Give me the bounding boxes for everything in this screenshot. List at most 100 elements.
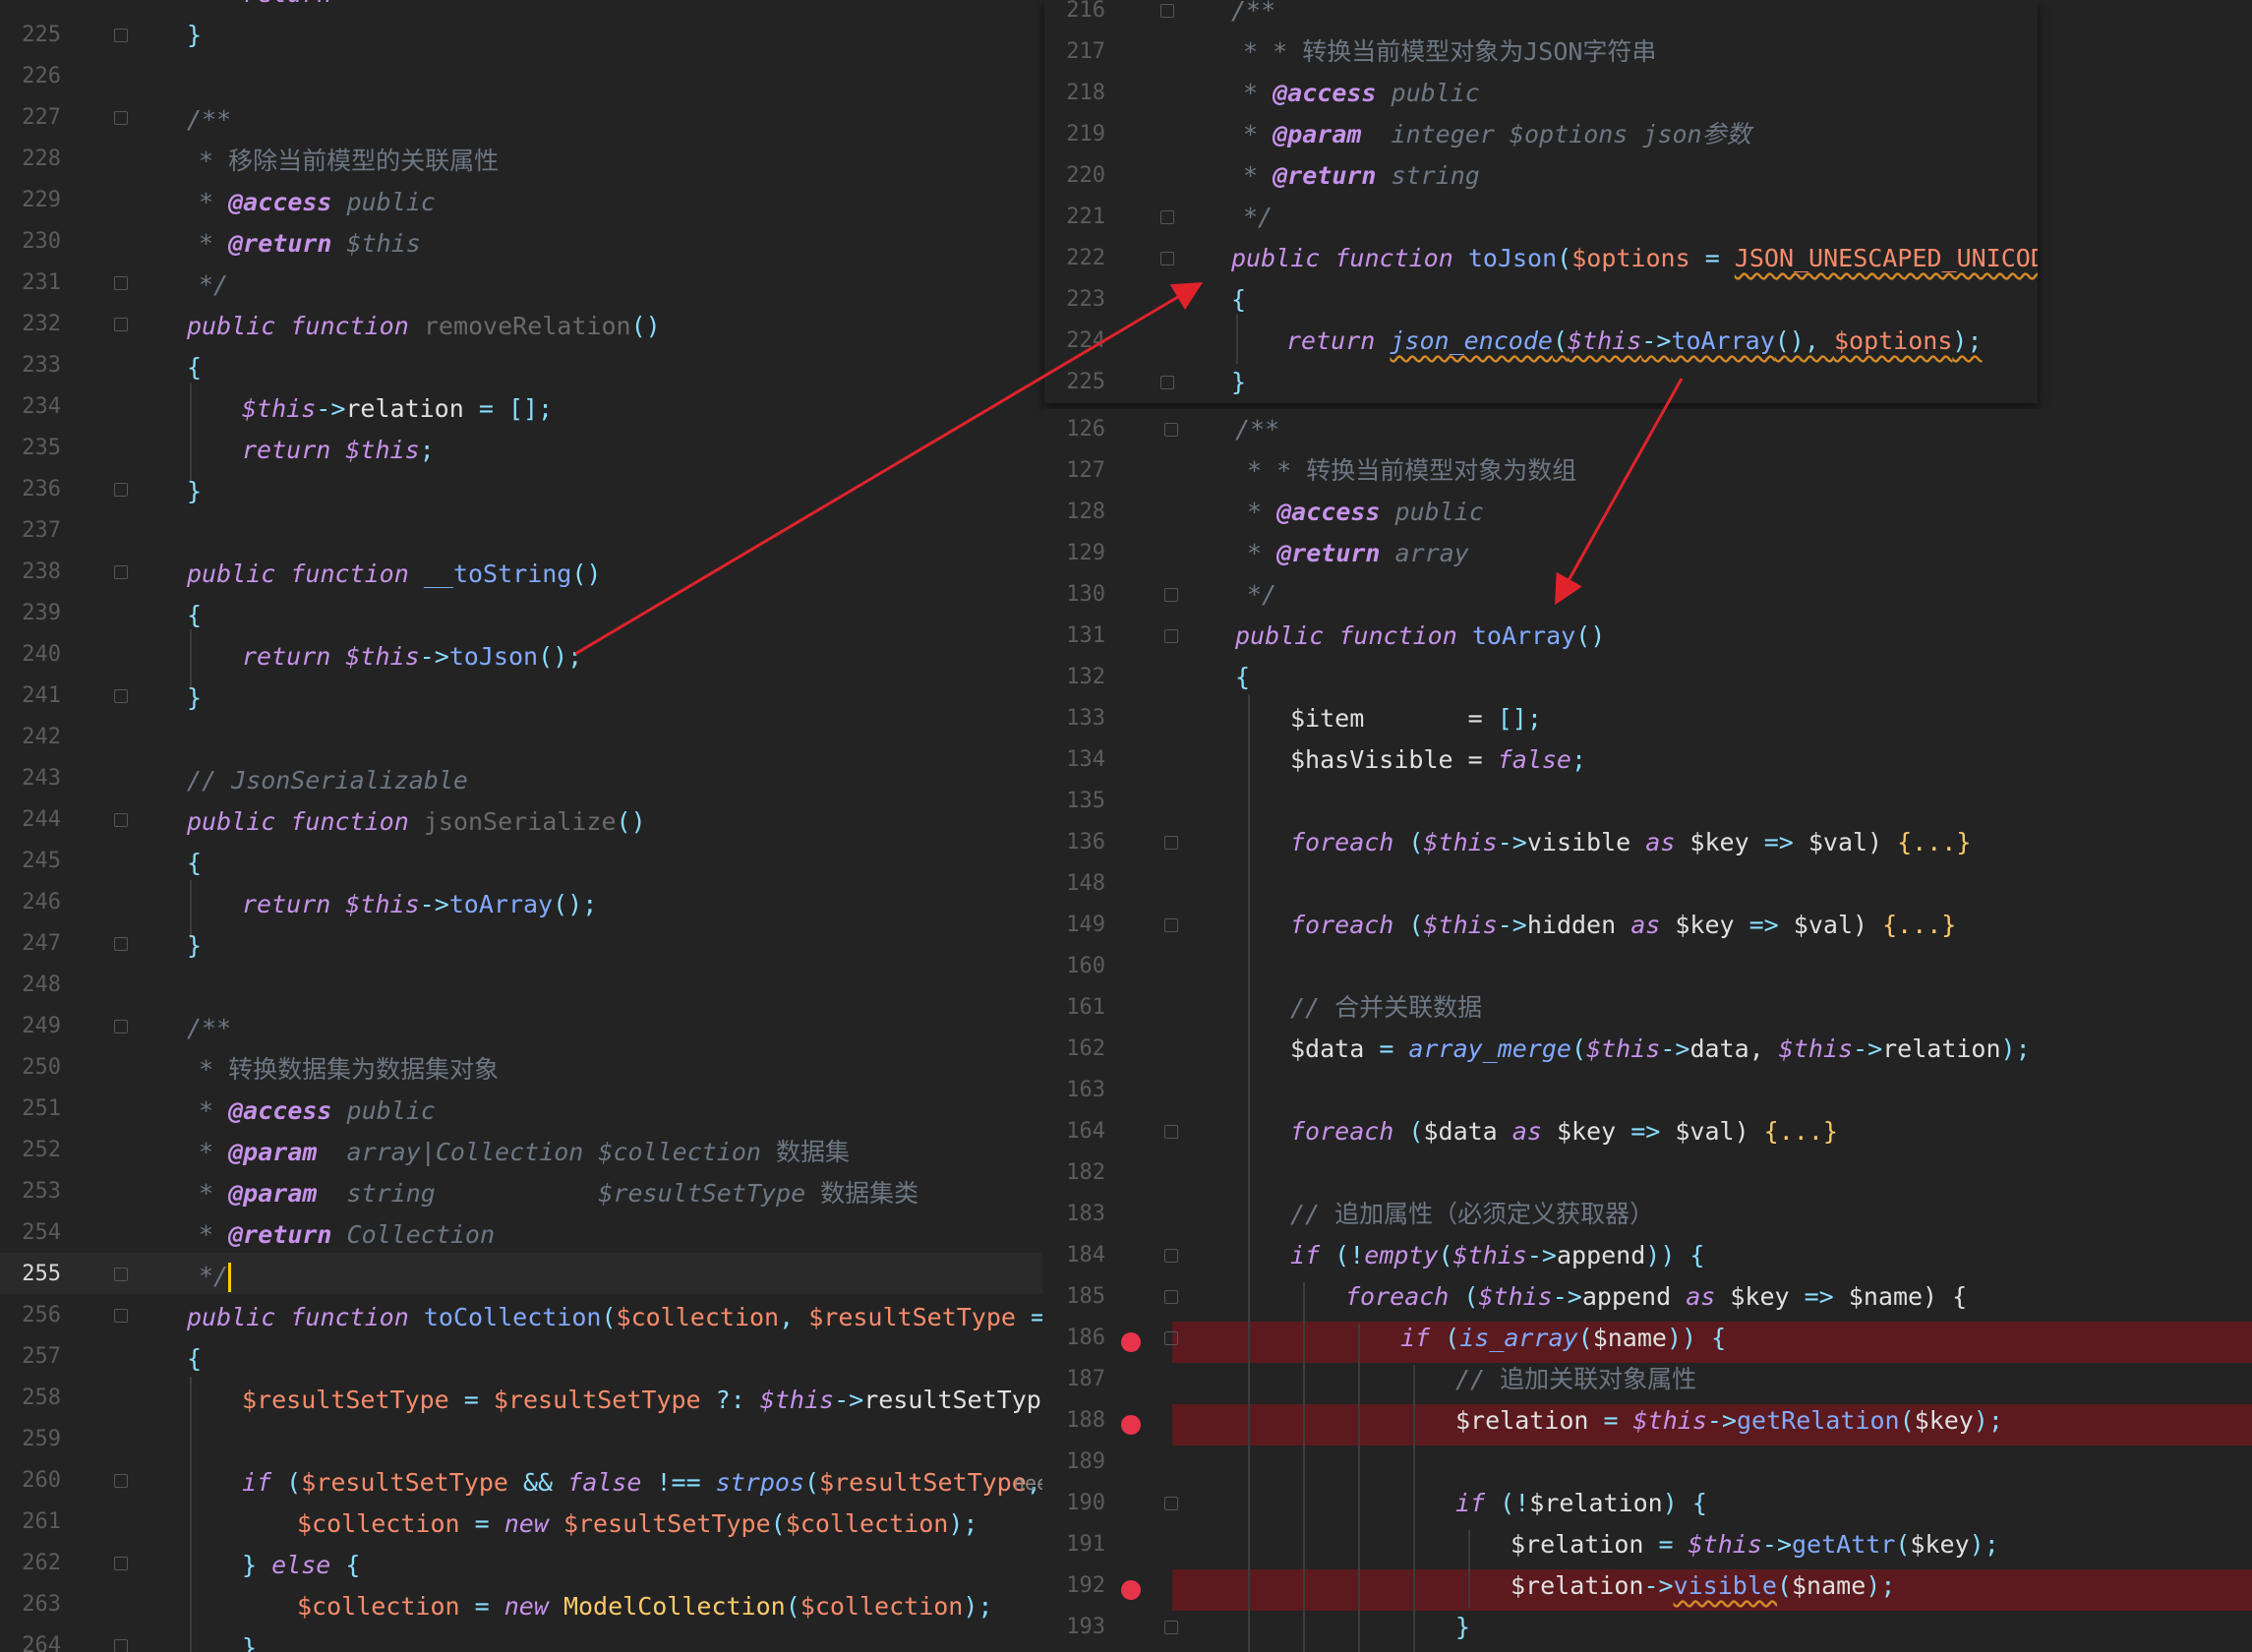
fold-marker-icon[interactable] xyxy=(114,276,128,290)
line-number: 226 xyxy=(22,64,61,88)
fold-marker-icon[interactable] xyxy=(1160,4,1174,18)
code-line-253: * @param string $resultSetType 数据集类 xyxy=(199,1179,919,1208)
breakpoint-192[interactable] xyxy=(1121,1580,1141,1600)
line-number: 218 xyxy=(1066,81,1105,105)
indent-guide xyxy=(190,384,192,482)
code-line-221: */ xyxy=(1243,203,1274,231)
code-line-186: if (is_array($name)) { xyxy=(1400,1324,1727,1352)
line-number: 254 xyxy=(22,1220,61,1245)
line-number: 128 xyxy=(1066,500,1105,524)
fold-marker-icon[interactable] xyxy=(114,1309,128,1323)
fold-marker-icon[interactable] xyxy=(114,1268,128,1281)
fold-marker-icon[interactable] xyxy=(1164,423,1178,437)
line-number: 182 xyxy=(1066,1160,1105,1185)
line-number: 184 xyxy=(1066,1243,1105,1268)
fold-marker-icon[interactable] xyxy=(1164,588,1178,602)
code-line-245: { xyxy=(187,849,203,877)
code-line-126: /** xyxy=(1235,415,1280,443)
line-number: 164 xyxy=(1066,1119,1105,1144)
fold-marker-icon[interactable] xyxy=(1160,252,1174,266)
code-line-219: * @param integer $options json参数 xyxy=(1243,120,1751,148)
fold-marker-icon[interactable] xyxy=(114,483,128,497)
line-number: 134 xyxy=(1066,747,1105,772)
line-number: 126 xyxy=(1066,417,1105,442)
line-number: 230 xyxy=(22,229,61,254)
line-number: 129 xyxy=(1066,541,1105,565)
line-number: 183 xyxy=(1066,1202,1105,1226)
fold-marker-icon[interactable] xyxy=(114,1474,128,1488)
line-number: 133 xyxy=(1066,706,1105,731)
code-line-231: */ xyxy=(199,270,229,299)
right-top-editor-pane[interactable]: 216 217 218 219 220 221 222 223 224 225 /** * * 转… xyxy=(1044,0,2038,403)
code-line-239: { xyxy=(187,601,203,629)
code-line-185: foreach ($this->append as $key => $name)… xyxy=(1345,1282,1968,1311)
line-number: 244 xyxy=(22,807,61,832)
fold-marker-icon[interactable] xyxy=(1164,1331,1178,1345)
line-number: 252 xyxy=(22,1138,61,1162)
line-number: 223 xyxy=(1066,287,1105,312)
code-line-130: */ xyxy=(1247,580,1277,609)
code-line-190: if (!$relation) { xyxy=(1455,1489,1707,1517)
line-number: 160 xyxy=(1066,954,1105,978)
line-number: 188 xyxy=(1066,1408,1105,1433)
fold-marker-icon[interactable] xyxy=(114,689,128,703)
fold-marker-icon[interactable] xyxy=(1164,1621,1178,1634)
fold-marker-icon[interactable] xyxy=(114,111,128,125)
line-number: 132 xyxy=(1066,665,1105,689)
fold-marker-icon[interactable] xyxy=(1164,918,1178,932)
code-line-233: { xyxy=(187,353,203,382)
breakpoint-186[interactable] xyxy=(1121,1332,1141,1352)
fold-marker-icon[interactable] xyxy=(114,565,128,579)
line-number: 225 xyxy=(22,23,61,47)
code-line-220: * @return string xyxy=(1243,161,1480,190)
code-line-247: } xyxy=(187,931,203,960)
fold-marker-icon[interactable] xyxy=(114,1639,128,1652)
code-line-238: public function __toString() xyxy=(187,560,602,588)
line-number: 220 xyxy=(1066,163,1105,188)
fold-marker-icon[interactable] xyxy=(114,813,128,827)
fold-marker-icon[interactable] xyxy=(114,1020,128,1033)
line-number: 241 xyxy=(22,683,61,708)
code-line-225: } xyxy=(187,21,203,49)
fold-marker-icon[interactable] xyxy=(1164,836,1178,850)
line-number: 216 xyxy=(1066,0,1105,23)
code-line-230: * @return $this xyxy=(199,229,421,258)
code-line-256: public function toCollection($collection… xyxy=(187,1303,1042,1331)
indent-guide xyxy=(1303,1282,1305,1652)
line-number: 161 xyxy=(1066,995,1105,1020)
code-line-131: public function toArray() xyxy=(1235,621,1606,650)
code-line-235: return $this; xyxy=(242,436,435,464)
line-number: 253 xyxy=(22,1179,61,1204)
line-number: 245 xyxy=(22,849,61,873)
code-line-216: /** xyxy=(1231,0,1276,25)
line-number: 130 xyxy=(1066,582,1105,607)
code-line-225: } xyxy=(1231,368,1247,396)
line-number: 190 xyxy=(1066,1491,1105,1515)
indent-guide xyxy=(1236,315,1238,364)
fold-marker-icon[interactable] xyxy=(1164,1125,1178,1139)
code-line-227: /** xyxy=(187,105,232,134)
fold-marker-icon[interactable] xyxy=(1160,376,1174,389)
line-number: 149 xyxy=(1066,913,1105,937)
right-bottom-editor-pane[interactable]: 126 127 128 129 130 131 132 133 134 135 136 148 149 1… xyxy=(1044,409,2252,1652)
line-number: 250 xyxy=(22,1055,61,1080)
indent-guide xyxy=(1413,1365,1415,1652)
line-number: 246 xyxy=(22,890,61,914)
fold-marker-icon[interactable] xyxy=(1164,1249,1178,1263)
fold-marker-icon[interactable] xyxy=(1164,1497,1178,1510)
line-number: 259 xyxy=(22,1427,61,1451)
fold-marker-icon[interactable] xyxy=(114,1557,128,1570)
code-line-246: return $this->toArray(); xyxy=(242,890,598,918)
fold-marker-icon[interactable] xyxy=(114,937,128,951)
fold-marker-icon[interactable] xyxy=(1164,629,1178,643)
line-number: 193 xyxy=(1066,1615,1105,1639)
indent-guide xyxy=(1358,1324,1360,1652)
code-line-249: /** xyxy=(187,1014,232,1042)
fold-marker-icon[interactable] xyxy=(114,318,128,331)
fold-marker-icon[interactable] xyxy=(1164,1290,1178,1304)
fold-marker-icon[interactable] xyxy=(114,29,128,42)
fold-marker-icon[interactable] xyxy=(1160,210,1174,224)
breakpoint-188[interactable] xyxy=(1121,1415,1141,1435)
text-cursor xyxy=(228,1263,232,1292)
left-editor-pane[interactable]: 225 226 227 228 229 230 231 232 233 234 235 236 237 2… xyxy=(0,0,1042,1652)
